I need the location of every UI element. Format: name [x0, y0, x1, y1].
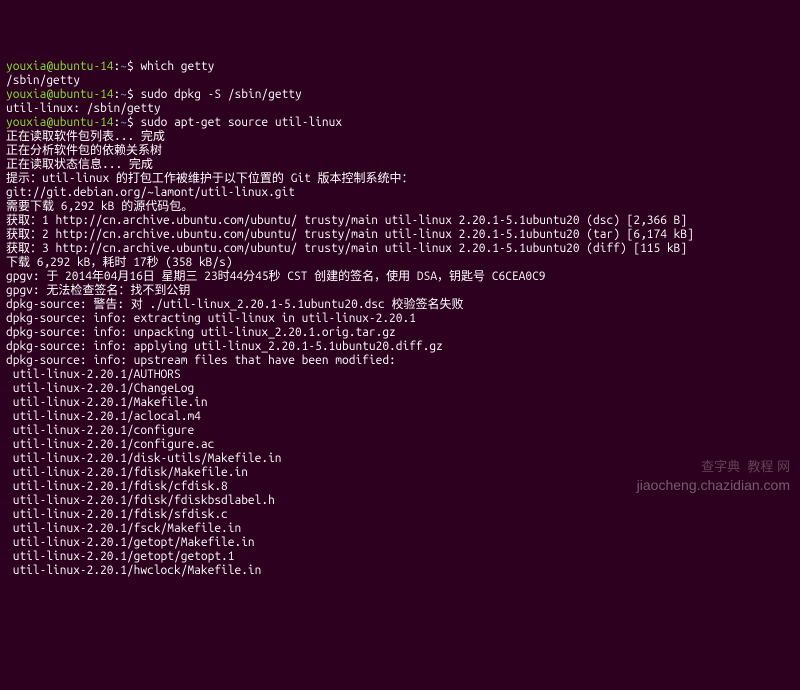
file-list-item: util-linux-2.20.1/configure	[6, 424, 794, 438]
watermark-text-bottom: jiaocheng.chazidian.com	[637, 478, 790, 492]
command-line: youxia@ubuntu-14:~$ sudo apt-get source …	[6, 116, 794, 130]
output-line: 获取：3 http://cn.archive.ubuntu.com/ubuntu…	[6, 242, 794, 256]
output-line: gpgv: 于 2014年04月16日 星期三 23时44分45秒 CST 创建…	[6, 270, 794, 284]
command-text: sudo dpkg -S /sbin/getty	[140, 88, 301, 101]
output-line: git://git.debian.org/~lamont/util-linux.…	[6, 186, 794, 200]
output-line: dpkg-source: info: applying util-linux_2…	[6, 340, 794, 354]
file-list-item: util-linux-2.20.1/disk-utils/Makefile.in	[6, 452, 794, 466]
output-line: 正在读取状态信息... 完成	[6, 158, 794, 172]
prompt-path: ~	[120, 60, 127, 73]
output-line: 正在读取软件包列表... 完成	[6, 130, 794, 144]
file-list-item: util-linux-2.20.1/ChangeLog	[6, 382, 794, 396]
prompt-user: youxia@ubuntu-14	[6, 88, 114, 101]
output-line: 下载 6,292 kB，耗时 17秒 (358 kB/s)	[6, 256, 794, 270]
file-list-item: util-linux-2.20.1/hwclock/Makefile.in	[6, 564, 794, 578]
file-list-item: util-linux-2.20.1/fdisk/fdiskbsdlabel.h	[6, 494, 794, 508]
file-list-item: util-linux-2.20.1/configure.ac	[6, 438, 794, 452]
file-list-item: util-linux-2.20.1/AUTHORS	[6, 368, 794, 382]
output-line: 需要下载 6,292 kB 的源代码包。	[6, 200, 794, 214]
file-list-item: util-linux-2.20.1/fdisk/sfdisk.c	[6, 508, 794, 522]
command-line: youxia@ubuntu-14:~$ which getty	[6, 60, 794, 74]
output-line: dpkg-source: info: extracting util-linux…	[6, 312, 794, 326]
command-line: youxia@ubuntu-14:~$ sudo dpkg -S /sbin/g…	[6, 88, 794, 102]
file-list-item: util-linux-2.20.1/fsck/Makefile.in	[6, 522, 794, 536]
file-list-item: util-linux-2.20.1/getopt/getopt.1	[6, 550, 794, 564]
watermark-text-top: 查字典 教程 网	[701, 460, 790, 474]
terminal-output[interactable]: youxia@ubuntu-14:~$ which getty/sbin/get…	[6, 60, 794, 578]
prompt-path: ~	[120, 116, 127, 129]
prompt-dollar: $	[127, 116, 140, 129]
command-text: sudo apt-get source util-linux	[140, 116, 342, 129]
file-list-item: util-linux-2.20.1/getopt/Makefile.in	[6, 536, 794, 550]
file-list-item: util-linux-2.20.1/aclocal.m4	[6, 410, 794, 424]
output-line: 正在分析软件包的依赖关系树	[6, 144, 794, 158]
prompt-dollar: $	[127, 60, 140, 73]
prompt-user: youxia@ubuntu-14	[6, 116, 114, 129]
output-line: dpkg-source: info: unpacking util-linux_…	[6, 326, 794, 340]
prompt-user: youxia@ubuntu-14	[6, 60, 114, 73]
output-line: gpgv: 无法检查签名：找不到公钥	[6, 284, 794, 298]
output-line: util-linux: /sbin/getty	[6, 102, 794, 116]
prompt-path: ~	[120, 88, 127, 101]
output-line: 提示：util-linux 的打包工作被维护于以下位置的 Git 版本控制系统中…	[6, 172, 794, 186]
output-line: 获取：2 http://cn.archive.ubuntu.com/ubuntu…	[6, 228, 794, 242]
output-line: 获取：1 http://cn.archive.ubuntu.com/ubuntu…	[6, 214, 794, 228]
file-list-item: util-linux-2.20.1/Makefile.in	[6, 396, 794, 410]
command-text: which getty	[140, 60, 214, 73]
output-line: /sbin/getty	[6, 74, 794, 88]
output-line: dpkg-source: 警告: 对 ./util-linux_2.20.1-5…	[6, 298, 794, 312]
output-line: dpkg-source: info: upstream files that h…	[6, 354, 794, 368]
prompt-dollar: $	[127, 88, 140, 101]
